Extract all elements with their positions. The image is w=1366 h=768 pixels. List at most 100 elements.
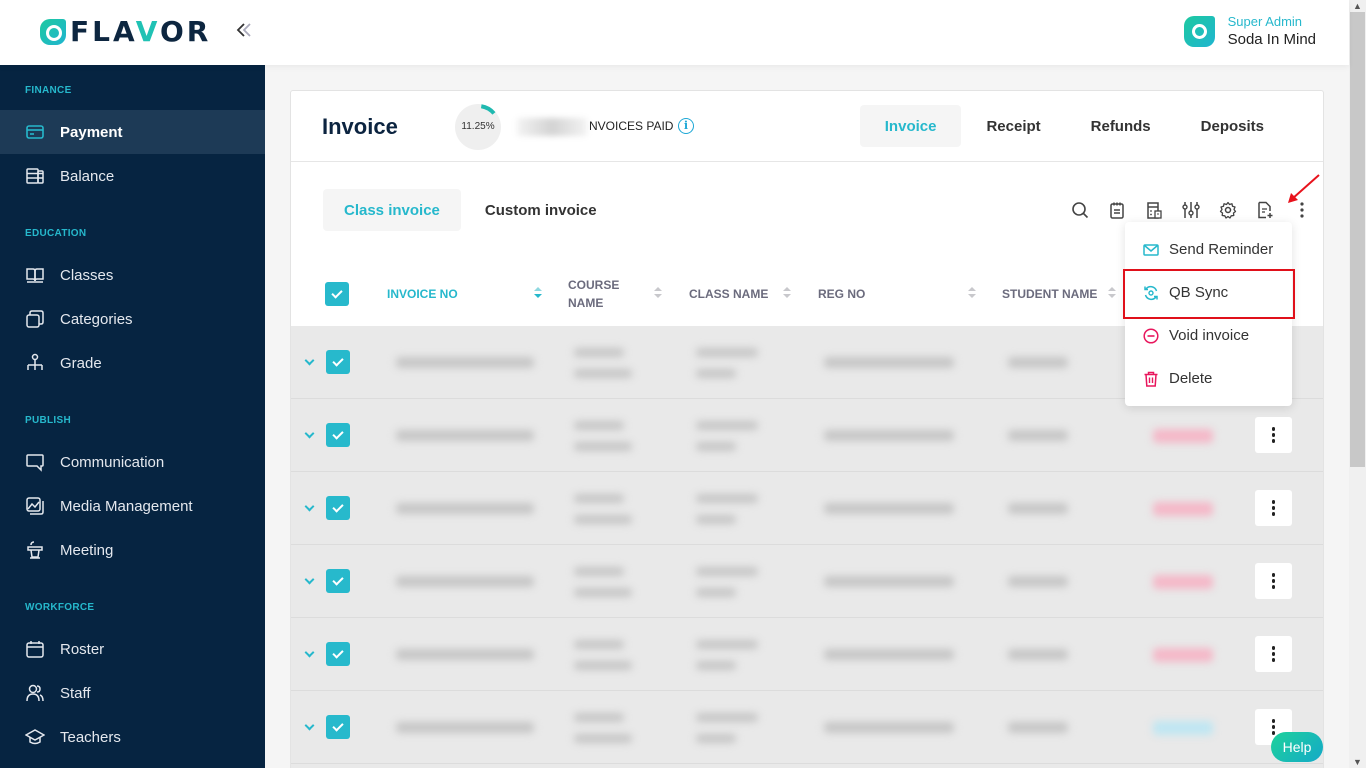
more-vertical-icon-dot bbox=[1271, 433, 1276, 437]
row-actions-button[interactable] bbox=[1255, 563, 1292, 599]
calculator-button[interactable] bbox=[1135, 199, 1172, 221]
scroll-up-icon[interactable]: ▲ bbox=[1349, 0, 1366, 12]
chat-icon bbox=[25, 452, 45, 472]
blurred-course-name bbox=[574, 713, 624, 722]
blurred-status-badge bbox=[1153, 429, 1213, 443]
sidebar-item-meeting[interactable]: Meeting bbox=[0, 528, 265, 572]
table-row[interactable] bbox=[291, 618, 1323, 691]
add-file-button[interactable] bbox=[1246, 199, 1283, 221]
expand-row-chevron-icon[interactable] bbox=[304, 430, 314, 440]
section-education: EDUCATION bbox=[25, 228, 87, 239]
sidebar-item-balance[interactable]: Balance bbox=[0, 154, 265, 198]
blurred-invoice-no bbox=[396, 357, 534, 368]
row-checkbox[interactable] bbox=[326, 569, 350, 593]
row-checkbox[interactable] bbox=[326, 715, 350, 739]
blurred-student-name bbox=[1008, 576, 1068, 587]
expand-row-chevron-icon[interactable] bbox=[304, 576, 314, 586]
sidebar-item-communication[interactable]: Communication bbox=[0, 440, 265, 484]
sort-icon[interactable] bbox=[654, 285, 662, 301]
book-icon bbox=[25, 265, 45, 285]
more-vertical-icon-dot bbox=[1271, 500, 1276, 504]
blurred-status-badge bbox=[1153, 721, 1213, 735]
select-all-checkbox[interactable] bbox=[325, 281, 349, 306]
more-vertical-icon-dot bbox=[1271, 506, 1276, 510]
sidebar: FINANCE Payment Balance EDUCATION Classe… bbox=[0, 65, 265, 768]
scroll-thumb[interactable] bbox=[1350, 12, 1365, 467]
search-button[interactable] bbox=[1061, 199, 1098, 221]
blurred-class-name bbox=[696, 640, 758, 649]
sidebar-item-categories[interactable]: Categories bbox=[0, 297, 265, 341]
row-actions-button[interactable] bbox=[1255, 636, 1292, 672]
expand-row-chevron-icon[interactable] bbox=[304, 722, 314, 732]
sidebar-item-grade[interactable]: Grade bbox=[0, 341, 265, 385]
blurred-invoice-no bbox=[396, 576, 534, 587]
blurred-course-name-2 bbox=[574, 661, 632, 670]
double-chevron-left-icon bbox=[236, 23, 251, 37]
col-course-name[interactable]: COURSE NAME bbox=[568, 261, 619, 326]
col-student-name[interactable]: STUDENT NAME bbox=[1002, 261, 1097, 326]
tab-deposits[interactable]: Deposits bbox=[1176, 105, 1289, 147]
sidebar-item-classes[interactable]: Classes bbox=[0, 253, 265, 297]
row-checkbox[interactable] bbox=[326, 423, 350, 447]
table-row[interactable] bbox=[291, 399, 1323, 472]
invoice-type-tabs: Invoice Receipt Refunds Deposits bbox=[859, 105, 1289, 147]
user-profile[interactable]: Super Admin Soda In Mind bbox=[1183, 14, 1316, 48]
section-workforce: WORKFORCE bbox=[25, 602, 95, 613]
sidebar-item-staff[interactable]: Staff bbox=[0, 671, 265, 715]
table-row[interactable] bbox=[291, 691, 1323, 764]
expand-row-chevron-icon[interactable] bbox=[304, 357, 314, 367]
blurred-course-name-2 bbox=[574, 734, 632, 743]
info-icon[interactable]: i bbox=[678, 118, 694, 134]
sidebar-item-media-management[interactable]: Media Management bbox=[0, 484, 265, 528]
col-reg-no[interactable]: REG NO bbox=[818, 261, 865, 326]
blurred-invoice-no bbox=[396, 722, 534, 733]
col-class-name[interactable]: CLASS NAME bbox=[689, 261, 768, 326]
page-scrollbar[interactable]: ▲ ▼ bbox=[1349, 0, 1366, 768]
blurred-reg-no bbox=[824, 357, 954, 368]
paid-progress-ring: 11.25% bbox=[455, 104, 501, 150]
sidebar-collapse-button[interactable] bbox=[234, 20, 254, 46]
tab-receipt[interactable]: Receipt bbox=[961, 105, 1065, 147]
calendar-icon bbox=[25, 639, 45, 659]
filter-button[interactable] bbox=[1172, 199, 1209, 221]
sort-icon[interactable] bbox=[968, 285, 976, 301]
sidebar-item-teachers[interactable]: Teachers bbox=[0, 715, 265, 759]
calculator-icon bbox=[1146, 202, 1162, 219]
help-button[interactable]: Help bbox=[1271, 732, 1323, 762]
tab-class-invoice[interactable]: Class invoice bbox=[323, 189, 461, 231]
credit-card-icon bbox=[25, 122, 45, 142]
blurred-status-badge bbox=[1153, 575, 1213, 589]
menu-item-send-reminder[interactable]: Send Reminder bbox=[1125, 228, 1292, 271]
col-invoice-no[interactable]: INVOICE NO bbox=[387, 261, 458, 326]
row-actions-button[interactable] bbox=[1255, 490, 1292, 526]
scroll-down-icon[interactable]: ▼ bbox=[1349, 756, 1366, 768]
sort-icon[interactable] bbox=[783, 285, 791, 301]
menu-item-void-invoice[interactable]: Void invoice bbox=[1125, 314, 1292, 357]
table-row[interactable] bbox=[291, 472, 1323, 545]
sort-icon[interactable] bbox=[534, 285, 542, 301]
row-checkbox[interactable] bbox=[326, 642, 350, 666]
sort-icon[interactable] bbox=[1108, 285, 1116, 301]
row-checkbox[interactable] bbox=[326, 496, 350, 520]
sidebar-item-roster[interactable]: Roster bbox=[0, 627, 265, 671]
row-actions-button[interactable] bbox=[1255, 417, 1292, 453]
row-checkbox[interactable] bbox=[326, 350, 350, 374]
menu-item-qb-sync[interactable]: QB Sync bbox=[1125, 271, 1292, 314]
clipboard-button[interactable] bbox=[1098, 199, 1135, 221]
invoice-card: Invoice 11.25% NVOICES PAID i Invoice Re… bbox=[290, 90, 1324, 768]
tab-custom-invoice[interactable]: Custom invoice bbox=[464, 189, 618, 231]
expand-row-chevron-icon[interactable] bbox=[304, 649, 314, 659]
table-row[interactable] bbox=[291, 545, 1323, 618]
tab-invoice[interactable]: Invoice bbox=[859, 105, 962, 147]
minus-circle-icon bbox=[1143, 327, 1159, 344]
blurred-course-name bbox=[574, 640, 624, 649]
expand-row-chevron-icon[interactable] bbox=[304, 503, 314, 513]
settings-button[interactable] bbox=[1209, 199, 1246, 221]
menu-item-delete[interactable]: Delete bbox=[1125, 357, 1292, 400]
logo-icon bbox=[40, 19, 66, 45]
tab-refunds[interactable]: Refunds bbox=[1066, 105, 1176, 147]
sidebar-item-payment[interactable]: Payment bbox=[0, 110, 265, 154]
section-publish: PUBLISH bbox=[25, 415, 71, 426]
flavor-logo[interactable]: FLAVOR bbox=[40, 17, 211, 47]
blurred-class-name-2 bbox=[696, 369, 736, 378]
